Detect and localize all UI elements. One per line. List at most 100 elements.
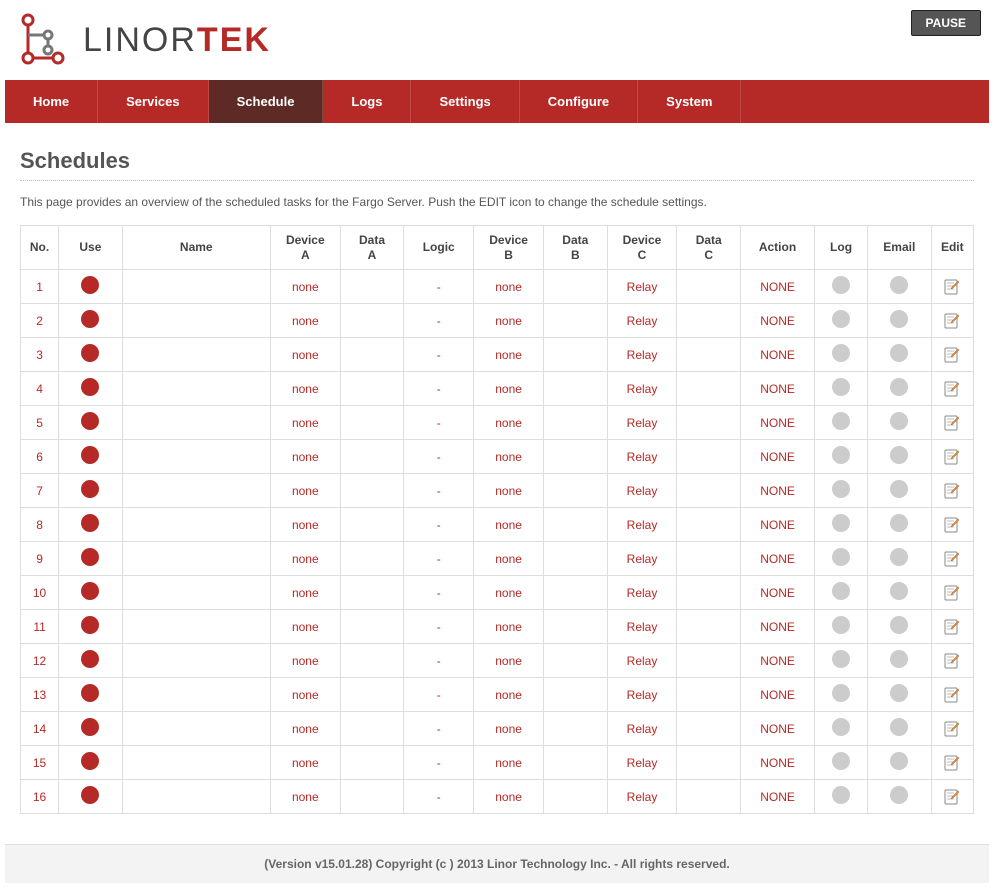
edit-icon[interactable] [944, 789, 960, 803]
cell-dataA [340, 746, 404, 780]
email-status-icon [890, 650, 908, 668]
cell-dataC [677, 610, 741, 644]
cell-no: 15 [21, 746, 59, 780]
use-status-icon [81, 684, 99, 702]
cell-edit [931, 644, 973, 678]
cell-deviceB: none [474, 508, 544, 542]
nav-item-schedule[interactable]: Schedule [209, 80, 324, 123]
cell-dataC [677, 508, 741, 542]
cell-log [815, 270, 868, 304]
use-status-icon [81, 650, 99, 668]
cell-deviceC: Relay [607, 712, 677, 746]
edit-icon[interactable] [944, 517, 960, 531]
cell-use [59, 474, 123, 508]
cell-log [815, 746, 868, 780]
cell-edit [931, 270, 973, 304]
cell-deviceA: none [270, 678, 340, 712]
cell-deviceB: none [474, 338, 544, 372]
cell-email [868, 712, 932, 746]
edit-icon[interactable] [944, 279, 960, 293]
cell-no: 12 [21, 644, 59, 678]
cell-name [122, 304, 270, 338]
schedules-table: No. Use Name DeviceA DataA Logic DeviceB… [20, 225, 974, 814]
edit-icon[interactable] [944, 381, 960, 395]
edit-icon[interactable] [944, 313, 960, 327]
cell-email [868, 372, 932, 406]
nav-item-logs[interactable]: Logs [323, 80, 411, 123]
log-status-icon [832, 480, 850, 498]
cell-deviceB: none [474, 440, 544, 474]
cell-no: 10 [21, 576, 59, 610]
cell-logic: - [404, 474, 474, 508]
edit-icon[interactable] [944, 415, 960, 429]
cell-log [815, 678, 868, 712]
cell-deviceA: none [270, 712, 340, 746]
cell-email [868, 406, 932, 440]
cell-logic: - [404, 576, 474, 610]
th-action: Action [740, 226, 814, 270]
email-status-icon [890, 276, 908, 294]
divider [20, 180, 974, 181]
cell-log [815, 508, 868, 542]
logo-text-part2: TEK [197, 21, 271, 59]
nav-item-settings[interactable]: Settings [411, 80, 519, 123]
edit-icon[interactable] [944, 721, 960, 735]
content: Schedules This page provides an overview… [5, 123, 989, 844]
email-status-icon [890, 548, 908, 566]
nav-item-system[interactable]: System [638, 80, 741, 123]
log-status-icon [832, 786, 850, 804]
edit-icon[interactable] [944, 755, 960, 769]
cell-action: NONE [740, 678, 814, 712]
cell-dataC [677, 304, 741, 338]
cell-use [59, 406, 123, 440]
table-row: 12none-noneRelayNONE [21, 644, 974, 678]
edit-icon[interactable] [944, 585, 960, 599]
cell-dataC [677, 338, 741, 372]
log-status-icon [832, 718, 850, 736]
edit-icon[interactable] [944, 619, 960, 633]
cell-deviceB: none [474, 610, 544, 644]
cell-deviceA: none [270, 440, 340, 474]
th-deviceB: DeviceB [474, 226, 544, 270]
use-status-icon [81, 276, 99, 294]
cell-deviceC: Relay [607, 304, 677, 338]
logo-text: LINORTEK [83, 21, 271, 60]
edit-icon[interactable] [944, 347, 960, 361]
nav-item-home[interactable]: Home [5, 80, 98, 123]
cell-dataA [340, 644, 404, 678]
edit-icon[interactable] [944, 653, 960, 667]
topbar: LINORTEK PAUSE [5, 5, 989, 70]
edit-icon[interactable] [944, 483, 960, 497]
cell-name [122, 746, 270, 780]
cell-deviceA: none [270, 338, 340, 372]
email-status-icon [890, 446, 908, 464]
cell-deviceC: Relay [607, 338, 677, 372]
edit-icon[interactable] [944, 687, 960, 701]
cell-use [59, 576, 123, 610]
cell-logic: - [404, 542, 474, 576]
main-nav: HomeServicesScheduleLogsSettingsConfigur… [5, 80, 989, 123]
pause-button[interactable]: PAUSE [911, 10, 981, 36]
table-row: 11none-noneRelayNONE [21, 610, 974, 644]
cell-dataB [544, 440, 608, 474]
cell-email [868, 576, 932, 610]
page-description: This page provides an overview of the sc… [20, 195, 974, 209]
cell-no: 11 [21, 610, 59, 644]
cell-dataC [677, 712, 741, 746]
cell-logic: - [404, 508, 474, 542]
cell-deviceB: none [474, 542, 544, 576]
cell-use [59, 270, 123, 304]
edit-icon[interactable] [944, 551, 960, 565]
cell-dataA [340, 712, 404, 746]
cell-log [815, 610, 868, 644]
cell-use [59, 508, 123, 542]
cell-deviceA: none [270, 746, 340, 780]
cell-use [59, 372, 123, 406]
nav-item-configure[interactable]: Configure [520, 80, 638, 123]
cell-name [122, 406, 270, 440]
cell-no: 7 [21, 474, 59, 508]
cell-dataA [340, 270, 404, 304]
nav-item-services[interactable]: Services [98, 80, 209, 123]
edit-icon[interactable] [944, 449, 960, 463]
table-row: 6none-noneRelayNONE [21, 440, 974, 474]
